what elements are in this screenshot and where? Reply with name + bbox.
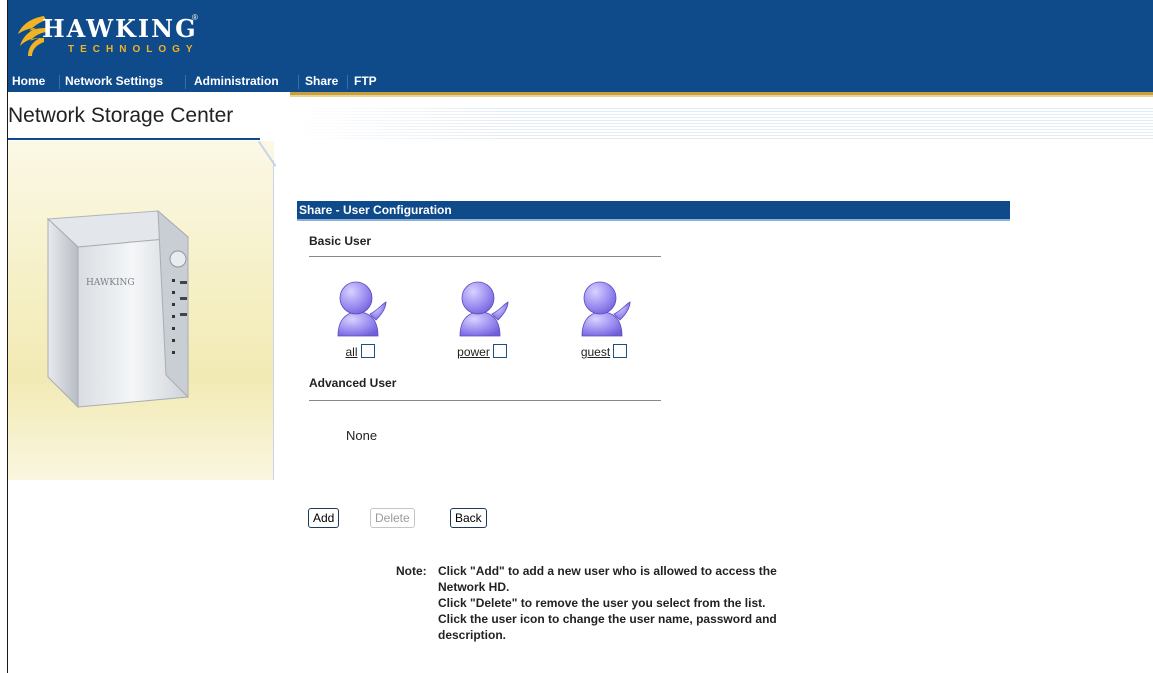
divider: [309, 400, 661, 401]
nav-item-home[interactable]: Home: [12, 74, 45, 88]
user-link-guest[interactable]: guest: [581, 345, 610, 359]
note-line: Click "Delete" to remove the user you se…: [438, 596, 766, 610]
nav-item-share[interactable]: Share: [305, 74, 338, 88]
user-checkbox-all[interactable]: [360, 344, 375, 358]
title-underline: [8, 138, 260, 140]
advanced-users-empty: None: [346, 428, 378, 443]
panel-divider: [273, 160, 274, 480]
nav-item-network-settings[interactable]: Network Settings: [65, 74, 163, 88]
user-checkbox-guest[interactable]: [613, 344, 628, 358]
brand-name: HAWKING: [42, 14, 198, 43]
user-item-power: power: [442, 280, 522, 370]
note-label: Note:: [396, 564, 427, 578]
registered-mark: ®: [192, 13, 198, 22]
nav-separator: [347, 75, 348, 89]
user-item-all: all: [320, 280, 400, 370]
user-link-all[interactable]: all: [345, 345, 357, 359]
back-button[interactable]: Back: [450, 508, 487, 528]
top-nav: Home Network Settings Administration Sha…: [8, 72, 1153, 92]
user-item-guest: guest: [564, 280, 644, 370]
delete-button[interactable]: Delete: [370, 508, 415, 528]
header-stripes: [290, 108, 1153, 140]
nav-underline-light: [290, 95, 1153, 97]
advanced-user-heading: Advanced User: [309, 376, 397, 390]
nav-separator: [185, 75, 186, 89]
user-icon[interactable]: [576, 280, 632, 338]
user-checkbox-power[interactable]: [492, 344, 507, 358]
note-text: Click "Add" to add a new user who is all…: [438, 564, 777, 643]
user-link-power[interactable]: power: [457, 345, 490, 359]
nav-separator: [298, 75, 299, 89]
note-line: Click the user icon to change the user n…: [438, 612, 777, 626]
section-header-underline: [297, 219, 1010, 221]
note-line: description.: [438, 628, 507, 642]
header-banner: HAWKING ® TECHNOLOGY: [8, 0, 1153, 72]
add-button[interactable]: Add: [308, 508, 340, 528]
user-icon[interactable]: [332, 280, 388, 338]
divider: [309, 256, 661, 257]
user-icon[interactable]: [454, 280, 510, 338]
product-panel: HAWKING: [8, 141, 274, 480]
section-header: Share - User Configuration: [297, 201, 1010, 219]
brand-subtitle: TECHNOLOGY: [68, 44, 199, 55]
basic-user-heading: Basic User: [309, 234, 372, 248]
note-line: Click "Add" to add a new user who is all…: [438, 564, 777, 578]
nav-item-ftp[interactable]: FTP: [354, 74, 377, 88]
svg-text:HAWKING: HAWKING: [86, 278, 135, 288]
page-title: Network Storage Center: [8, 104, 234, 127]
nav-separator: [59, 75, 60, 89]
nav-item-administration[interactable]: Administration: [194, 74, 279, 88]
note-line: Network HD.: [438, 580, 510, 594]
network-storage-device-image: HAWKING: [46, 209, 190, 409]
